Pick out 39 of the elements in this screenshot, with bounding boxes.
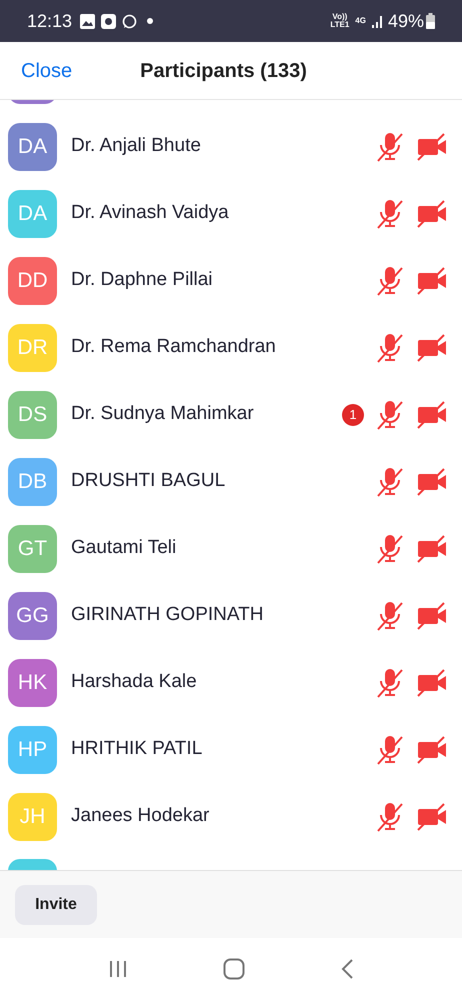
- participant-name: Dr. Rema Ramchandran: [71, 335, 276, 360]
- battery-percent: 49%: [388, 10, 424, 32]
- chat-bubble-icon: [122, 14, 138, 28]
- back-icon[interactable]: [340, 958, 354, 980]
- camera-icon: [101, 14, 116, 28]
- participant-name: GIRINATH GOPINATH: [71, 603, 264, 628]
- participant-name: HRITHIK PATIL: [71, 737, 202, 762]
- close-button[interactable]: Close: [21, 56, 72, 86]
- battery-icon: [426, 13, 435, 29]
- avatar: GT: [8, 524, 57, 572]
- avatar: DR: [8, 324, 57, 372]
- home-icon[interactable]: [222, 958, 245, 980]
- avatar: DA: [8, 190, 57, 238]
- participant-name: Janees Hodekar: [71, 804, 210, 828]
- participant-name: Gautami Teli: [71, 536, 176, 560]
- avatar: HP: [8, 726, 57, 774]
- participant-name: Dr. Avinash Vaidya: [71, 201, 229, 226]
- status-time: 12:13: [27, 10, 72, 32]
- volte-indicator: Vo)) LTE1: [330, 13, 350, 29]
- participant-name: Dr. Anjali Bhute: [71, 134, 201, 158]
- participant-name: Dr. Daphne Pillai: [71, 268, 213, 292]
- avatar: GG: [8, 592, 57, 640]
- participant-name: Dr. Sudnya Mahimkar: [71, 402, 254, 426]
- avatar: HK: [8, 658, 57, 706]
- avatar: DA: [8, 122, 57, 170]
- invite-button[interactable]: Invite: [15, 884, 97, 924]
- participant-name: Harshada Kale: [71, 670, 197, 694]
- avatar: DS: [8, 390, 57, 438]
- image-icon: [80, 14, 96, 28]
- participants-title: Participants (133): [140, 58, 307, 84]
- recent-apps-icon[interactable]: [108, 960, 128, 978]
- unread-badge: 1: [342, 404, 364, 426]
- dot-icon: [147, 18, 154, 24]
- avatar: DB: [8, 458, 57, 506]
- participant-name: DRUSHTI BAGUL: [71, 469, 226, 494]
- signal-icon: [372, 14, 384, 28]
- avatar: JH: [8, 792, 57, 840]
- data-type-label: 4G: [355, 15, 366, 27]
- avatar: DD: [8, 256, 57, 304]
